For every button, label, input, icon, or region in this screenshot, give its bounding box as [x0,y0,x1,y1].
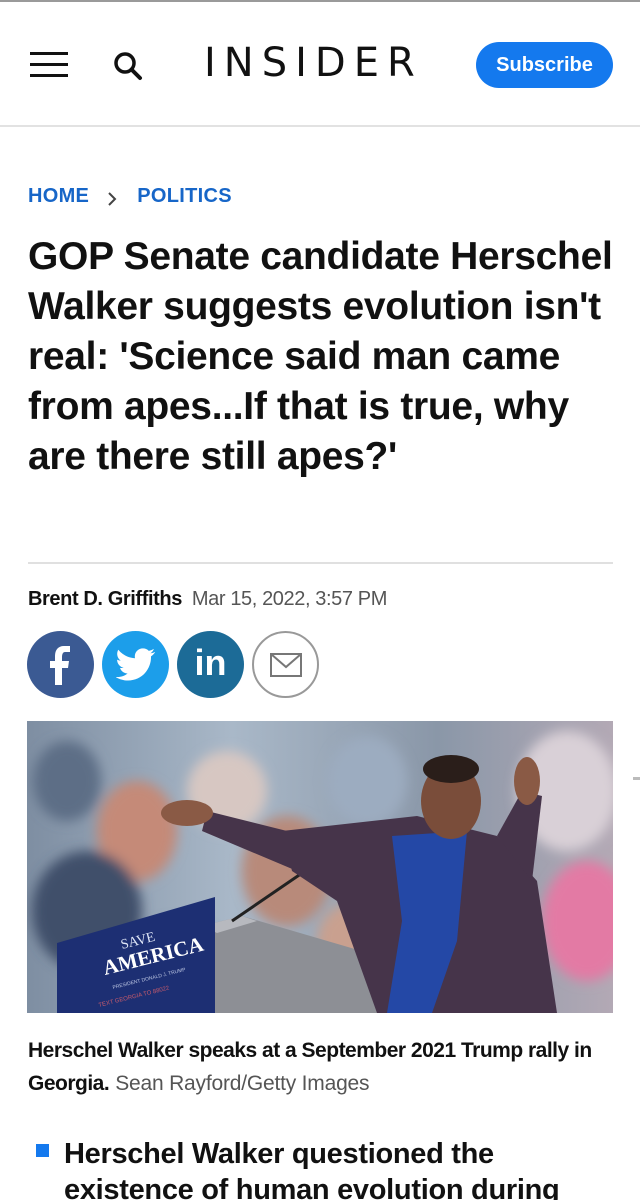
bullet-icon [36,1144,49,1157]
twitter-share-button[interactable] [102,631,169,698]
hamburger-menu-icon[interactable] [28,50,72,80]
twitter-icon [115,647,155,680]
linkedin-share-button[interactable]: in [177,631,244,698]
scroll-indicator [633,777,640,780]
email-share-button[interactable] [252,631,319,698]
breadcrumb-home-link[interactable]: HOME [28,185,89,208]
publish-date: Mar 15, 2022, 3:57 PM [191,588,387,610]
site-header: INSIDER Subscribe [0,2,640,127]
article-headline: GOP Senate candidate Herschel Walker sug… [28,235,613,478]
author-link[interactable]: Brent D. Griffiths [28,588,182,610]
byline: Brent D. Griffiths Mar 15, 2022, 3:57 PM [28,586,387,612]
breadcrumb: HOME POLITICS [28,182,232,210]
facebook-icon [49,645,70,685]
photo-credit: Sean Rayford/Getty Images [115,1072,370,1095]
search-icon[interactable] [110,48,146,84]
photo-caption: Herschel Walker speaks at a September 20… [28,1034,618,1100]
subscribe-button[interactable]: Subscribe [476,42,613,88]
article-hero-image: SAVE AMERICA PRESIDENT DONALD J. TRUMP T… [27,721,613,1013]
facebook-share-button[interactable] [27,631,94,698]
linkedin-icon: in [194,641,227,683]
chevron-right-icon [105,189,119,206]
breadcrumb-politics-link[interactable]: POLITICS [137,185,232,208]
share-bar: in [27,631,319,698]
headline-divider [28,562,613,564]
site-logo[interactable]: INSIDER [204,40,423,86]
key-point-item: Herschel Walker questioned the existence… [64,1138,560,1200]
email-icon [269,652,302,677]
